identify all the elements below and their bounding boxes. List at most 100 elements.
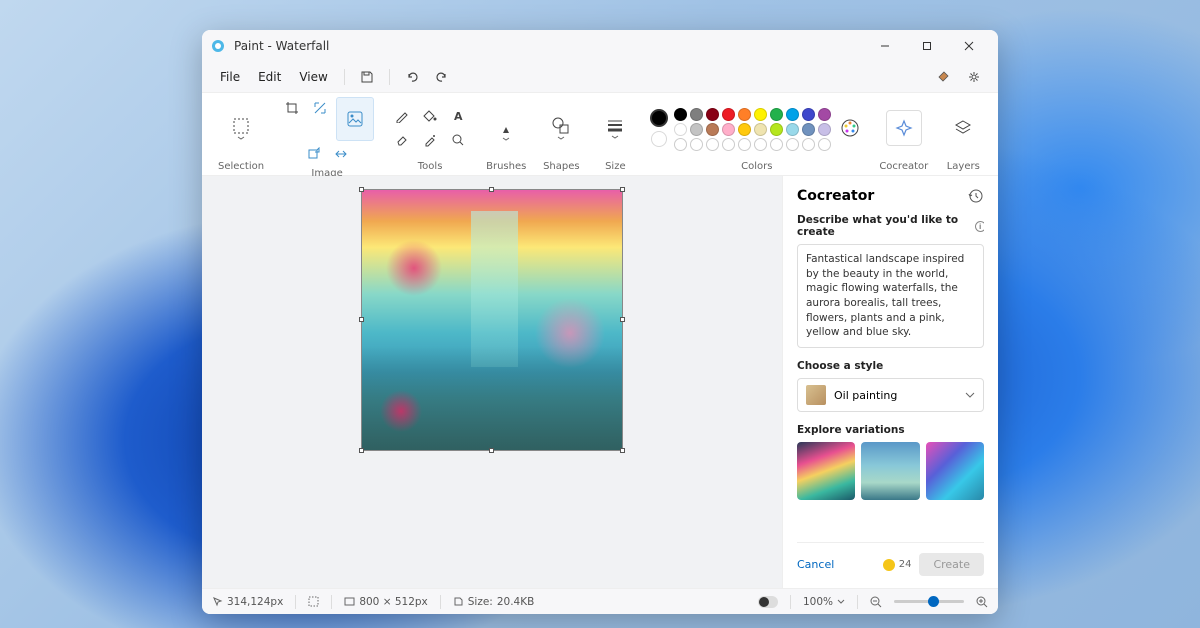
credits-display: 24 xyxy=(883,559,912,571)
menu-file[interactable]: File xyxy=(212,66,248,88)
color-swatch[interactable] xyxy=(818,108,831,121)
menu-edit[interactable]: Edit xyxy=(250,66,289,88)
ribbon-group-colors: Colors xyxy=(644,97,869,175)
color-swatch[interactable] xyxy=(690,123,703,136)
variation-2[interactable] xyxy=(861,442,919,500)
ribbon-group-layers: Layers xyxy=(938,97,988,175)
color-swatch[interactable] xyxy=(706,108,719,121)
color-swatch[interactable] xyxy=(770,138,783,151)
statusbar: 314,124px 800 × 512px Size: 20.4KB 100% xyxy=(202,588,998,614)
color-swatch[interactable] xyxy=(754,108,767,121)
color-swatch[interactable] xyxy=(738,138,751,151)
color-swatch[interactable] xyxy=(706,138,719,151)
canvas-viewport[interactable] xyxy=(202,176,782,588)
zoom-in-button[interactable] xyxy=(976,596,988,608)
file-size: Size: 20.4KB xyxy=(453,596,535,608)
color-swatch[interactable] xyxy=(690,108,703,121)
zoom-out-button[interactable] xyxy=(870,596,882,608)
style-label: Choose a style xyxy=(797,360,984,372)
color-swatch[interactable] xyxy=(738,108,751,121)
color-swatch[interactable] xyxy=(738,123,751,136)
color-swatch[interactable] xyxy=(802,108,815,121)
minimize-button[interactable] xyxy=(864,30,906,62)
flip-tool[interactable] xyxy=(329,143,353,165)
edit-colors-button[interactable] xyxy=(837,115,863,141)
color-swatch[interactable] xyxy=(802,123,815,136)
redo-button[interactable] xyxy=(428,65,456,89)
secondary-color[interactable] xyxy=(651,131,667,147)
color-swatch[interactable] xyxy=(802,138,815,151)
color-swatch[interactable] xyxy=(786,123,799,136)
ribbon-group-selection: Selection xyxy=(212,97,270,175)
color-mode-toggle[interactable] xyxy=(758,596,778,608)
primary-color[interactable] xyxy=(650,109,668,127)
eraser-tool[interactable] xyxy=(390,129,414,151)
canvas-image[interactable] xyxy=(362,190,622,450)
ribbon-group-cocreator: Cocreator xyxy=(873,97,934,175)
color-swatch[interactable] xyxy=(722,108,735,121)
ribbon-label-layers: Layers xyxy=(947,158,980,175)
pencil-tool[interactable] xyxy=(390,105,414,127)
menu-view[interactable]: View xyxy=(291,66,335,88)
resize-tool[interactable] xyxy=(308,97,332,119)
eyedropper-tool[interactable] xyxy=(418,129,442,151)
color-swatch[interactable] xyxy=(690,138,703,151)
magnify-tool[interactable] xyxy=(446,129,470,151)
ribbon-label-cocreator: Cocreator xyxy=(879,158,928,175)
info-icon[interactable]: i xyxy=(975,221,984,232)
color-swatch[interactable] xyxy=(674,123,687,136)
shapes-dropdown[interactable] xyxy=(542,106,580,150)
color-swatch[interactable] xyxy=(754,138,767,151)
color-swatch[interactable] xyxy=(770,108,783,121)
zoom-slider[interactable] xyxy=(894,600,964,603)
prompt-textarea[interactable]: Fantastical landscape inspired by the be… xyxy=(797,244,984,348)
ribbon-toolbar: Selection Image xyxy=(202,92,998,176)
coin-icon xyxy=(883,559,895,571)
brushes-dropdown[interactable] xyxy=(487,106,525,150)
style-select[interactable]: Oil painting xyxy=(797,378,984,412)
canvas-dimensions: 800 × 512px xyxy=(344,596,427,608)
text-tool[interactable]: A xyxy=(446,105,470,127)
history-icon[interactable] xyxy=(968,188,984,204)
crop-tool[interactable] xyxy=(280,97,304,119)
layers-button[interactable] xyxy=(944,106,982,150)
ribbon-label-brushes: Brushes xyxy=(486,158,526,175)
describe-label: Describe what you'd like to create i xyxy=(797,214,984,238)
color-swatch[interactable] xyxy=(706,123,719,136)
cocreator-panel: Cocreator Describe what you'd like to cr… xyxy=(782,176,998,588)
color-swatch[interactable] xyxy=(818,123,831,136)
color-swatch[interactable] xyxy=(786,108,799,121)
color-swatch[interactable] xyxy=(674,108,687,121)
size-dropdown[interactable] xyxy=(596,106,634,150)
color-swatch[interactable] xyxy=(770,123,783,136)
explore-label: Explore variations xyxy=(797,424,984,436)
svg-text:A: A xyxy=(454,110,463,123)
selection-size xyxy=(308,596,319,607)
save-button[interactable] xyxy=(353,65,381,89)
ribbon-label-colors: Colors xyxy=(741,158,772,175)
maximize-button[interactable] xyxy=(906,30,948,62)
color-swatch[interactable] xyxy=(754,123,767,136)
color-swatch[interactable] xyxy=(674,138,687,151)
variation-1[interactable] xyxy=(797,442,855,500)
image-ai-tool[interactable] xyxy=(336,97,374,141)
cancel-button[interactable]: Cancel xyxy=(797,558,834,571)
zoom-level[interactable]: 100% xyxy=(803,596,845,608)
rotate-tool[interactable] xyxy=(301,143,325,165)
color-swatch[interactable] xyxy=(786,138,799,151)
titlebar[interactable]: Paint - Waterfall xyxy=(202,30,998,62)
paint-bucket-icon[interactable] xyxy=(930,65,958,89)
select-tool[interactable] xyxy=(222,106,260,150)
window-title: Paint - Waterfall xyxy=(234,39,864,53)
color-swatch[interactable] xyxy=(722,138,735,151)
color-swatch[interactable] xyxy=(722,123,735,136)
cocreator-button[interactable] xyxy=(886,110,922,146)
chevron-down-icon xyxy=(965,392,975,398)
settings-button[interactable] xyxy=(960,65,988,89)
undo-button[interactable] xyxy=(398,65,426,89)
fill-tool[interactable] xyxy=(418,105,442,127)
color-swatch[interactable] xyxy=(818,138,831,151)
variation-3[interactable] xyxy=(926,442,984,500)
close-button[interactable] xyxy=(948,30,990,62)
create-button[interactable]: Create xyxy=(919,553,984,576)
